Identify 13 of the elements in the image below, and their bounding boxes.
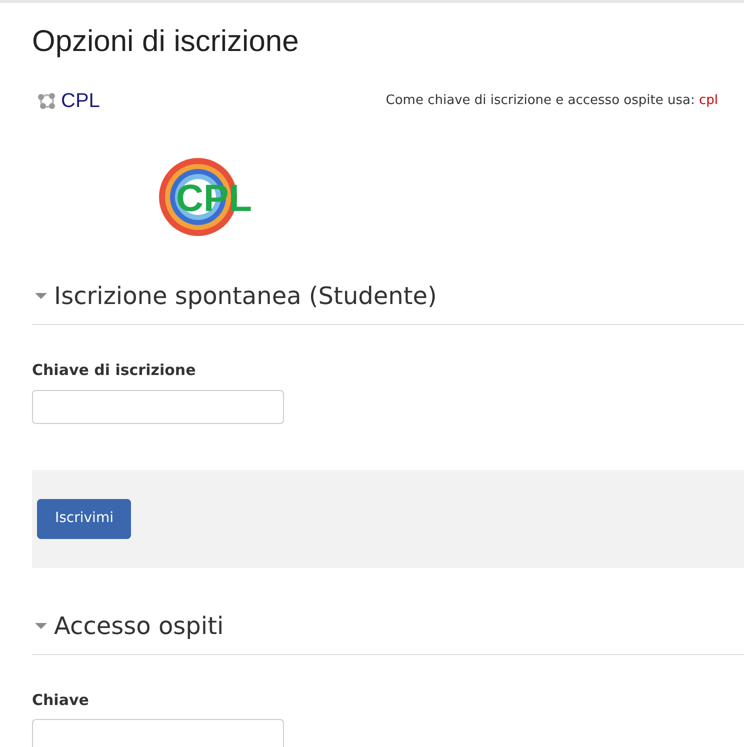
key-note: Come chiave di iscrizione e accesso ospite usa: cpl bbox=[386, 92, 718, 110]
section-title[interactable]: Accesso ospiti bbox=[54, 608, 224, 644]
course-icon bbox=[37, 92, 57, 110]
collapse-caret-icon[interactable] bbox=[34, 620, 48, 630]
collapse-caret-icon[interactable] bbox=[34, 291, 48, 301]
section-title[interactable]: Iscrizione spontanea (Studente) bbox=[54, 278, 437, 314]
enrol-button[interactable]: Iscrivimi bbox=[37, 498, 132, 538]
page-title: Opzioni di iscrizione bbox=[32, 24, 300, 60]
input-field[interactable] bbox=[32, 719, 284, 747]
course-link[interactable]: CPL bbox=[61, 86, 100, 116]
input-field[interactable] bbox=[32, 390, 284, 424]
field-label: Chiave bbox=[32, 690, 90, 710]
field-label: Chiave di iscrizione bbox=[32, 360, 197, 381]
